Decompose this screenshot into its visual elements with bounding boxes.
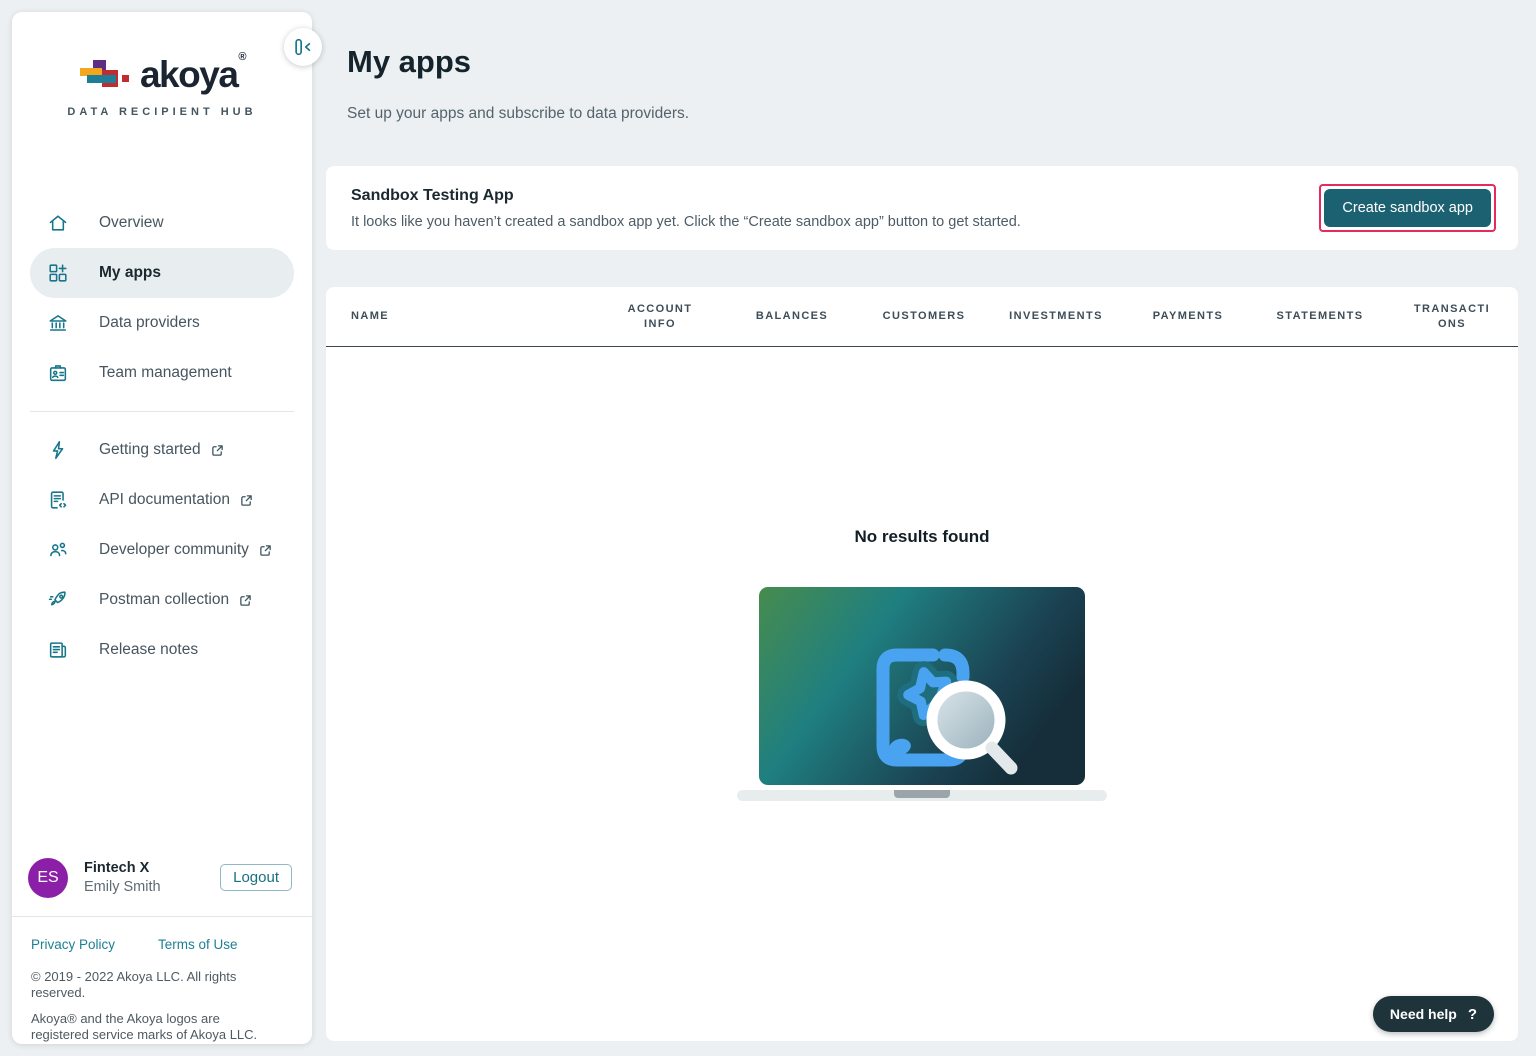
trademark-text: Akoya® and the Akoya logos are registere… — [31, 1010, 258, 1043]
external-link-icon — [211, 444, 224, 457]
user-row: ES Fintech X Emily Smith Logout — [12, 844, 312, 916]
sidebar-item-release-notes[interactable]: Release notes — [30, 625, 294, 675]
collapse-panel-icon — [292, 36, 314, 58]
laptop-search-illustration — [737, 587, 1107, 802]
sidebar-item-label: Data providers — [99, 314, 200, 331]
column-header-account-info: ACCOUNT INFO — [627, 302, 693, 330]
sidebar-item-label: My apps — [99, 264, 162, 281]
empty-state: No results found — [326, 527, 1518, 802]
notes-icon — [46, 639, 70, 661]
sidebar-item-label: Team management — [99, 364, 232, 381]
sidebar-item-developer-community[interactable]: Developer community — [30, 525, 294, 575]
sidebar-item-label: Postman collection — [99, 591, 230, 608]
sandbox-testing-card: Sandbox Testing App It looks like you ha… — [326, 166, 1518, 250]
user-org: Fintech X — [84, 860, 150, 876]
akoya-logo-icon — [79, 59, 132, 90]
column-header-transactions: TRANSACTIONS — [1413, 302, 1491, 330]
sidebar-item-getting-started[interactable]: Getting started — [30, 425, 294, 475]
privacy-policy-link[interactable]: Privacy Policy — [31, 937, 115, 952]
sidebar-item-label: Release notes — [99, 641, 199, 658]
api-doc-icon — [46, 489, 70, 511]
sidebar-footer: Privacy Policy Terms of Use © 2019 - 202… — [12, 915, 312, 1045]
question-mark-icon: ? — [1467, 1005, 1477, 1023]
sidebar: akoya® DATA RECIPIENT HUB Overview My ap… — [12, 12, 322, 1045]
no-results-title: No results found — [854, 527, 990, 546]
sidebar-item-overview[interactable]: Overview — [30, 198, 294, 248]
external-link-icon — [259, 544, 272, 557]
external-link-icon — [239, 594, 252, 607]
column-header-name: NAME — [351, 310, 389, 322]
table-header-row: NAME ACCOUNT INFO BALANCES CUSTOMERS INV… — [326, 287, 1518, 347]
sidebar-item-api-documentation[interactable]: API documentation — [30, 475, 294, 525]
column-header-investments: INVESTMENTS — [1009, 310, 1103, 322]
need-help-button[interactable]: Need help ? — [1372, 996, 1494, 1032]
bank-icon — [46, 312, 70, 334]
sidebar-item-data-providers[interactable]: Data providers — [30, 298, 294, 348]
sidebar-item-label: Getting started — [99, 441, 201, 458]
column-header-balances: BALANCES — [755, 310, 829, 322]
sidebar-bottom: ES Fintech X Emily Smith Logout Privacy … — [12, 844, 312, 1045]
brand-wordmark: akoya® — [139, 50, 246, 95]
sidebar-item-team-management[interactable]: Team management — [30, 348, 294, 398]
bolt-icon — [46, 439, 70, 461]
sidebar-nav: Overview My apps Data providers Team man… — [12, 198, 312, 675]
sidebar-item-label: Developer community — [99, 541, 249, 558]
page-title: My apps — [347, 44, 472, 79]
sandbox-card-description: It looks like you haven’t created a sand… — [351, 213, 1021, 230]
sidebar-item-my-apps[interactable]: My apps — [30, 248, 294, 298]
column-header-customers: CUSTOMERS — [882, 310, 966, 322]
sidebar-item-postman-collection[interactable]: Postman collection — [30, 575, 294, 625]
avatar: ES — [28, 857, 68, 898]
community-icon — [46, 539, 70, 561]
logout-button[interactable]: Logout — [220, 864, 292, 891]
column-header-payments: PAYMENTS — [1152, 310, 1224, 322]
copyright-text: © 2019 - 2022 Akoya LLC. All rights rese… — [31, 968, 237, 1001]
need-help-label: Need help — [1389, 1006, 1457, 1022]
badge-icon — [46, 362, 70, 384]
create-sandbox-highlight-ring: Create sandbox app — [1319, 184, 1496, 232]
sandbox-card-title: Sandbox Testing App — [351, 186, 514, 204]
brand: akoya® DATA RECIPIENT HUB — [12, 50, 312, 118]
user-name: Emily Smith — [84, 879, 161, 895]
page-subtitle: Set up your apps and subscribe to data p… — [347, 105, 690, 122]
home-icon — [46, 212, 70, 234]
brand-tagline: DATA RECIPIENT HUB — [67, 106, 257, 118]
sidebar-item-label: Overview — [99, 214, 164, 231]
sidebar-item-label: API documentation — [99, 491, 230, 508]
main-content: My apps Set up your apps and subscribe t… — [326, 0, 1518, 1056]
registered-mark: ® — [238, 50, 246, 63]
apps-table-card: NAME ACCOUNT INFO BALANCES CUSTOMERS INV… — [326, 287, 1518, 1041]
terms-of-use-link[interactable]: Terms of Use — [158, 937, 238, 952]
apps-icon — [46, 262, 70, 284]
rocket-icon — [46, 589, 70, 611]
create-sandbox-app-button[interactable]: Create sandbox app — [1324, 189, 1491, 227]
external-link-icon — [240, 494, 253, 507]
column-header-statements: STATEMENTS — [1276, 310, 1364, 322]
sidebar-divider — [30, 411, 294, 412]
